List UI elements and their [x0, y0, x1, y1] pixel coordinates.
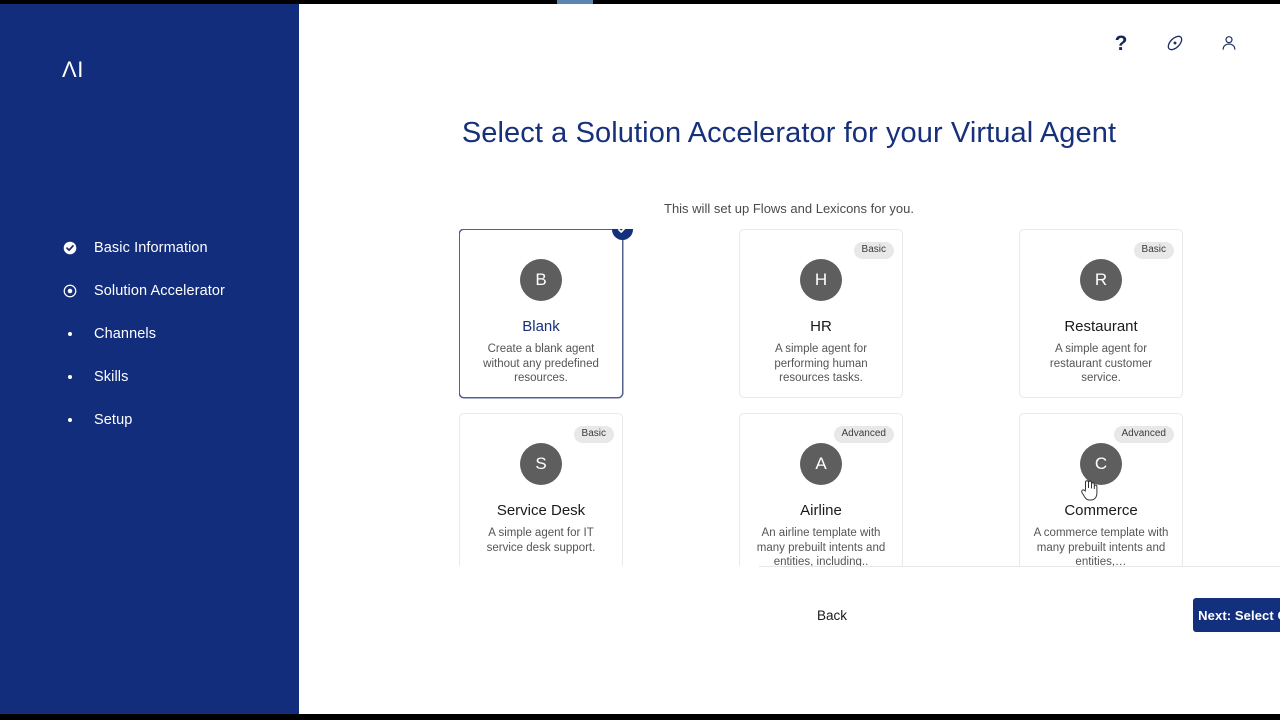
sidebar: ΛI Basic Information Solution Accelerato…: [0, 4, 299, 714]
page-loading-bar-progress: [557, 0, 593, 4]
accelerator-card[interactable]: Basic S Service Desk A simple agent for IT …: [459, 413, 623, 566]
radio-selected-icon: [62, 283, 78, 299]
page-subtitle: This will set up Flows and Lexicons for …: [664, 201, 914, 216]
card-tier-badge: Basic: [853, 242, 894, 259]
dot-icon: [62, 369, 78, 385]
accelerator-card[interactable]: B Blank Create a blank agent without any p…: [459, 229, 633, 398]
sidebar-item-channels[interactable]: Channels: [0, 312, 299, 355]
accelerator-card[interactable]: Advanced C Commerce A commerce template wit…: [1019, 413, 1183, 566]
explore-compass-icon[interactable]: [1162, 30, 1188, 56]
card-description: A simple agent for performing human reso…: [774, 343, 868, 384]
next-select-channels-button[interactable]: Next: Select Channels: [1193, 598, 1280, 632]
card-avatar: B: [520, 259, 562, 301]
card-description: A commerce template with many prebuilt i…: [1033, 527, 1169, 566]
card-avatar: C: [1080, 443, 1122, 485]
main-content: ? Select a Solution Accelerator for your…: [299, 4, 1280, 714]
card-avatar: H: [800, 259, 842, 301]
card-title: Service Desk: [496, 502, 586, 519]
accelerator-card[interactable]: Basic H HR A simple agent for performing hu…: [739, 229, 903, 398]
dot-icon: [62, 412, 78, 428]
card-title: Blank: [522, 318, 560, 335]
wizard-step-nav: Basic Information Solution Accelerator C…: [0, 226, 299, 441]
sidebar-item-label: Basic Information: [94, 239, 208, 256]
back-button[interactable]: Back: [795, 600, 869, 630]
card-description: A simple agent for restaurant customer s…: [1049, 343, 1153, 384]
accelerator-card[interactable]: Advanced A Airline An airline template with…: [739, 413, 903, 566]
sidebar-item-label: Solution Accelerator: [94, 282, 225, 299]
card-avatar: A: [800, 443, 842, 485]
help-icon[interactable]: ?: [1108, 30, 1134, 56]
sidebar-item-label: Setup: [94, 411, 133, 428]
card-avatar: S: [520, 443, 562, 485]
card-tier-badge: Advanced: [1113, 426, 1174, 443]
card-title: Restaurant: [1064, 318, 1138, 335]
card-selected-check-icon: [612, 229, 633, 240]
card-title: Commerce: [1064, 502, 1138, 519]
sidebar-item-basic-information[interactable]: Basic Information: [0, 226, 299, 269]
check-circle-icon: [62, 240, 78, 256]
bottom-letterbox: [0, 714, 1280, 720]
card-description: A simple agent for IT service desk suppo…: [486, 527, 596, 554]
header-action-bar: ?: [1108, 30, 1242, 56]
card-tier-badge: Advanced: [833, 426, 894, 443]
accelerator-cards-grid: B Blank Create a blank agent without any p…: [459, 229, 1203, 566]
dot-icon: [62, 326, 78, 342]
page-loading-bar-track: [0, 0, 1280, 4]
card-tier-badge: Basic: [573, 426, 614, 443]
sidebar-item-skills[interactable]: Skills: [0, 355, 299, 398]
card-title: HR: [810, 318, 832, 335]
card-description: Create a blank agent without any predefi…: [483, 343, 599, 384]
card-tier-badge: Basic: [1133, 242, 1174, 259]
page-title: Select a Solution Accelerator for your V…: [461, 117, 1117, 149]
card-avatar: R: [1080, 259, 1122, 301]
sidebar-item-label: Skills: [94, 368, 129, 385]
cards-bottom-divider: [759, 566, 1280, 567]
accelerator-cards-viewport: B Blank Create a blank agent without any p…: [459, 229, 1203, 566]
app-logo: ΛI: [62, 57, 84, 82]
card-description: An airline template with many prebuilt i…: [756, 527, 886, 566]
sidebar-item-solution-accelerator[interactable]: Solution Accelerator: [0, 269, 299, 312]
help-icon-glyph: ?: [1114, 31, 1128, 55]
user-account-icon[interactable]: [1216, 30, 1242, 56]
card-title: Airline: [800, 502, 842, 519]
accelerator-card[interactable]: Basic R Restaurant A simple agent for resta…: [1019, 229, 1183, 398]
sidebar-item-label: Channels: [94, 325, 157, 342]
sidebar-item-setup[interactable]: Setup: [0, 398, 299, 441]
app-window: ΛI Basic Information Solution Accelerato…: [0, 0, 1280, 720]
